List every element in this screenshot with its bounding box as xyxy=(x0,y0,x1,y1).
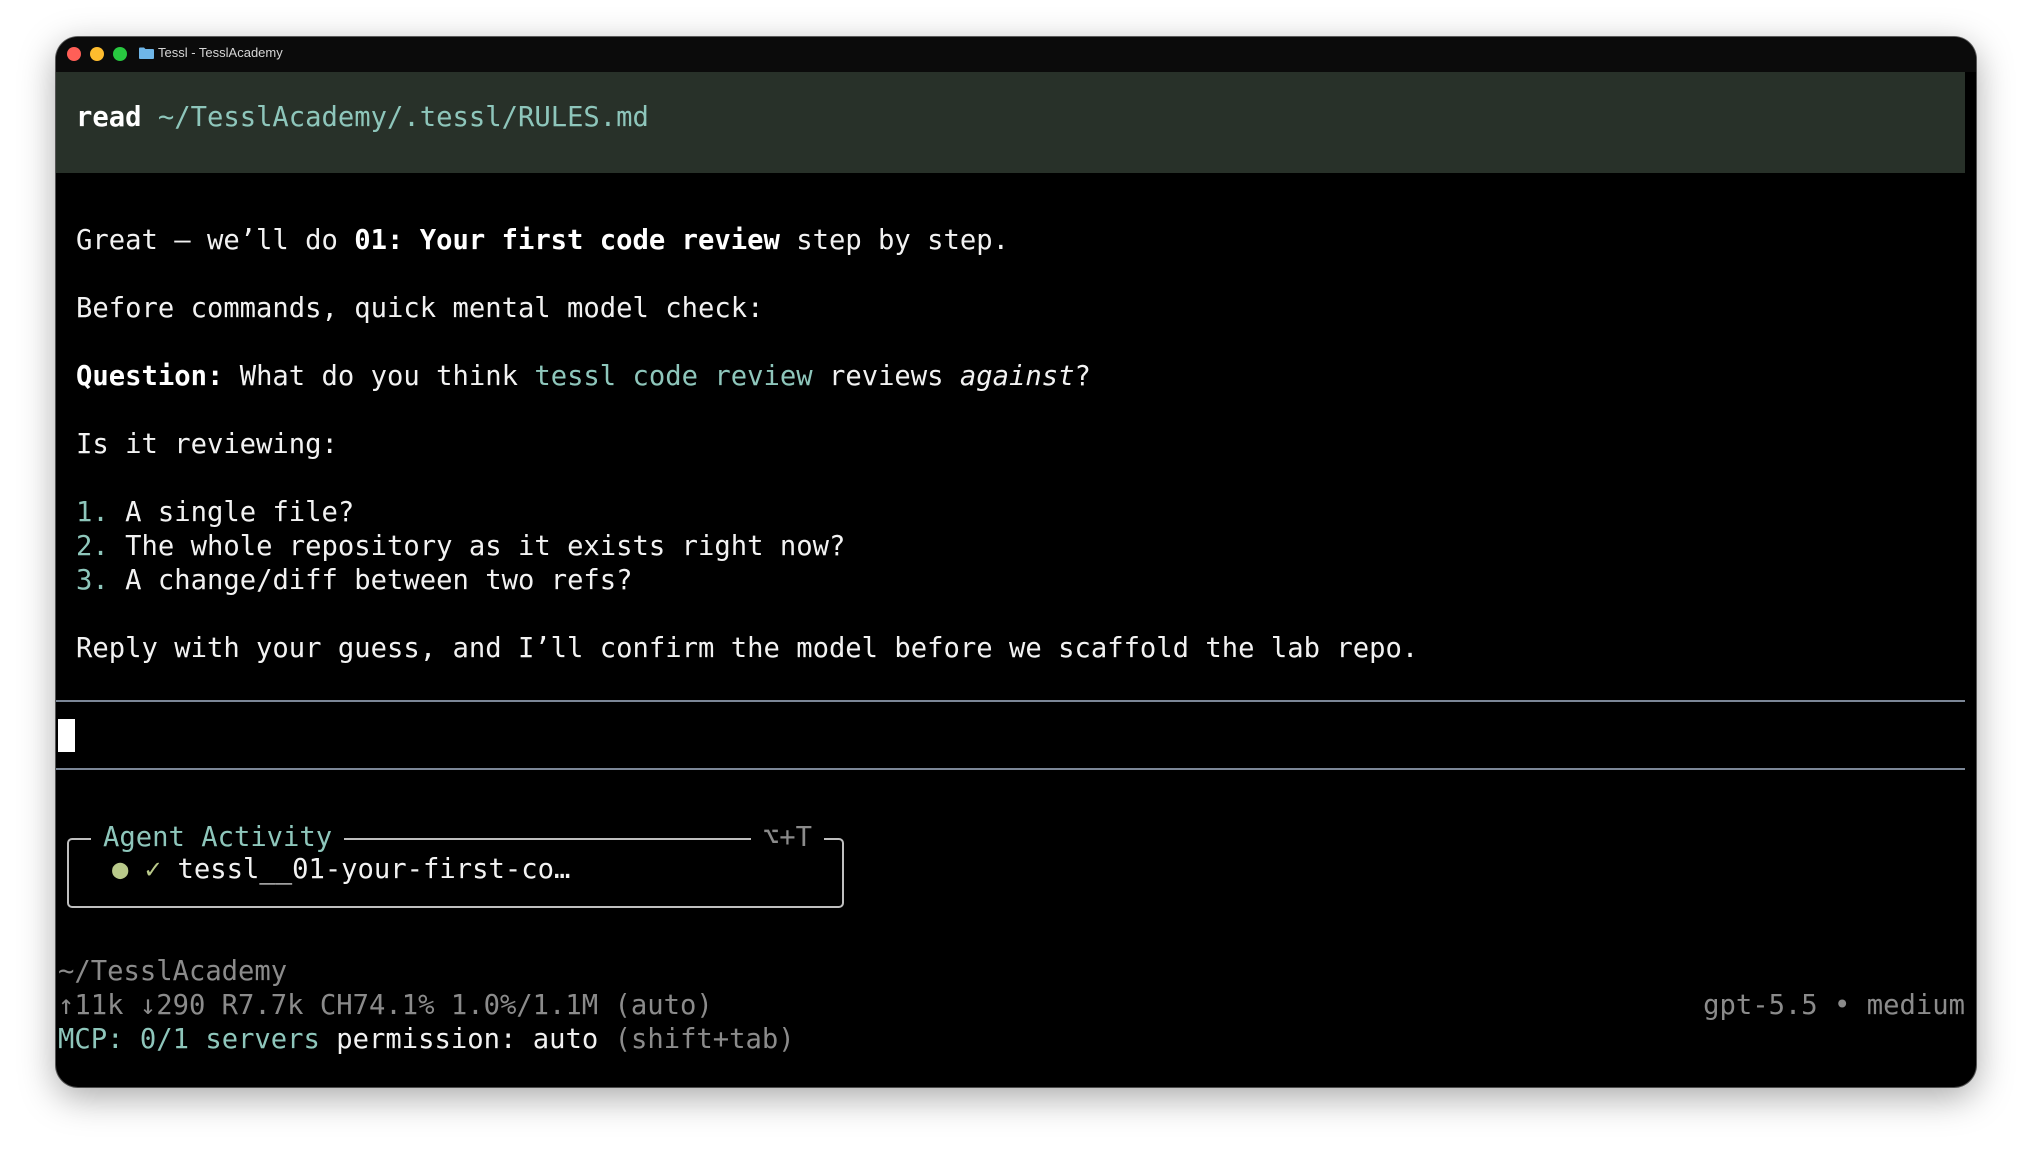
lesson-title: 01: Your first code review xyxy=(354,225,780,256)
window-title: Tessl - TesslAcademy xyxy=(158,45,283,60)
permission-label: permission: xyxy=(336,1024,517,1055)
list-item: 1. A single file? xyxy=(76,497,355,528)
terminal-window: Tessl - TesslAcademy read ~/TesslAcademy… xyxy=(56,37,1976,1087)
status-mcp-line: MCP: 0/1 servers permission: auto (shift… xyxy=(58,1023,795,1057)
agent-activity-panel[interactable]: Agent Activity ⌥+T ● ✓ tessl__01-your-fi… xyxy=(67,820,844,908)
agent-activity-shortcut: ⌥+T xyxy=(750,820,824,856)
message-line-intro: Great — we’ll do 01: Your first code rev… xyxy=(76,225,1009,256)
read-path: ~/TesslAcademy/.tessl/RULES.md xyxy=(157,102,649,133)
status-tokens: ↑11k ↓290 R7.7k CH74.1% 1.0%/1.1M (auto) xyxy=(58,990,713,1021)
agent-activity-label: tessl__01-your-first-co… xyxy=(177,854,571,885)
question-label: Question: xyxy=(76,361,224,392)
permission-hint: (shift+tab) xyxy=(614,1024,795,1055)
list-item: 3. A change/diff between two refs? xyxy=(76,565,633,596)
permission-value: auto xyxy=(532,1024,599,1055)
status-model: gpt-5.5 • medium xyxy=(1703,990,1965,1021)
prompt-input[interactable] xyxy=(56,702,1965,768)
read-command: read xyxy=(76,102,142,133)
inline-code: tessl code review xyxy=(534,361,813,392)
folder-icon xyxy=(139,47,154,59)
read-tool-output: read ~/TesslAcademy/.tessl/RULES.md xyxy=(56,72,1965,173)
list-item: 2. The whole repository as it exists rig… xyxy=(76,531,846,562)
text-cursor xyxy=(58,719,75,752)
read-command-line: read ~/TesslAcademy/.tessl/RULES.md xyxy=(76,102,649,133)
maximize-window-button[interactable] xyxy=(113,47,127,61)
agent-activity-title: Agent Activity xyxy=(91,820,345,856)
status-cwd: ~/TesslAcademy xyxy=(58,956,288,987)
title-bar: Tessl - TesslAcademy xyxy=(56,37,1976,72)
status-dot-icon: ● xyxy=(112,854,129,885)
check-icon: ✓ xyxy=(144,854,162,885)
message-line-reply: Reply with your guess, and I’ll confirm … xyxy=(76,633,1419,664)
mcp-label: MCP: xyxy=(58,1024,124,1055)
message-line-question: Question: What do you think tessl code r… xyxy=(76,361,1091,392)
message-line-check: Before commands, quick mental model chec… xyxy=(76,293,764,324)
mcp-value: 0/1 servers xyxy=(139,1024,320,1055)
message-line-options-intro: Is it reviewing: xyxy=(76,429,338,460)
agent-activity-item[interactable]: ● ✓ tessl__01-your-first-co… xyxy=(112,852,570,888)
close-window-button[interactable] xyxy=(67,47,81,61)
input-divider-bottom xyxy=(56,768,1965,770)
minimize-window-button[interactable] xyxy=(90,47,104,61)
